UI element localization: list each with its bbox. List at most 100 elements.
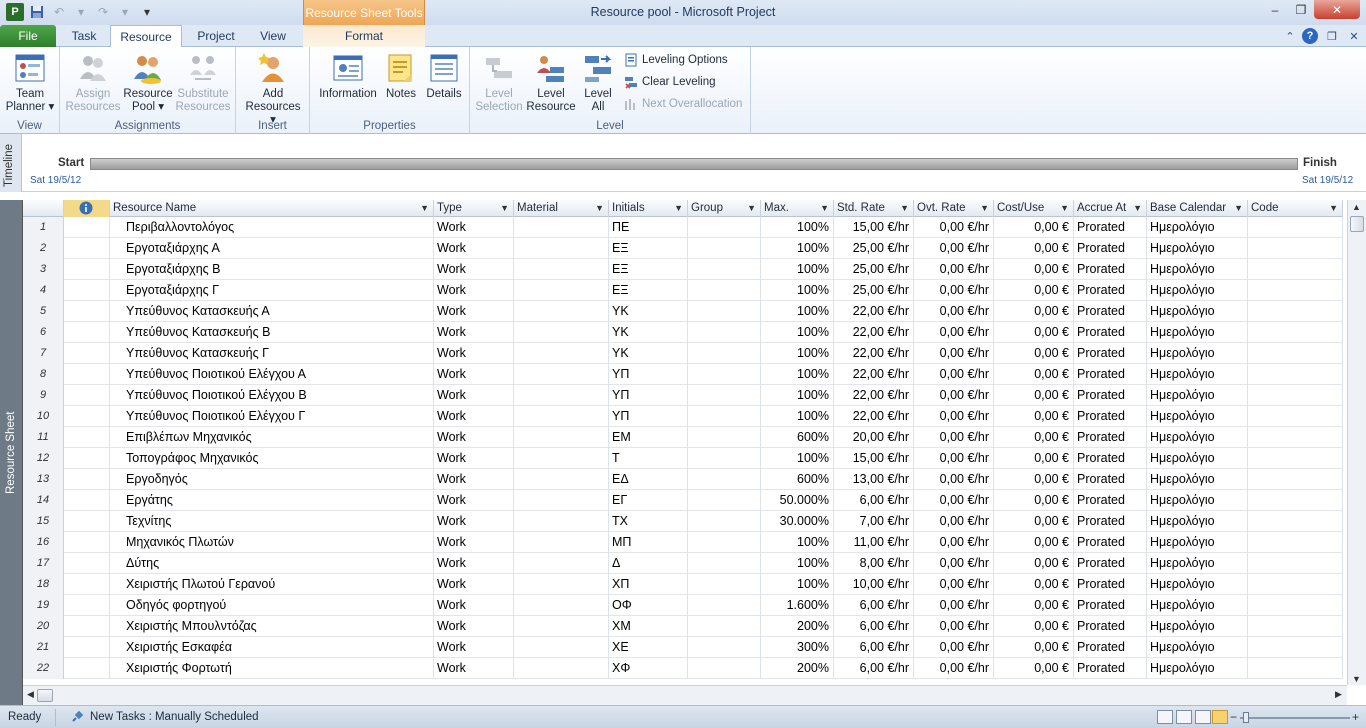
indicator-cell[interactable]: [64, 280, 110, 301]
group-cell[interactable]: [688, 406, 761, 427]
std-rate-cell[interactable]: 10,00 €/hr: [834, 574, 914, 595]
initials-cell[interactable]: ΥΠ: [609, 385, 688, 406]
initials-cell[interactable]: ΕΞ: [609, 280, 688, 301]
ovt-rate-cell[interactable]: 0,00 €/hr: [914, 301, 994, 322]
code-cell[interactable]: [1248, 637, 1343, 658]
timeline-pane[interactable]: Timeline Start Sat 19/5/12 Finish Sat 19…: [0, 134, 1366, 192]
indicator-cell[interactable]: [64, 217, 110, 238]
ovt-rate-cell[interactable]: 0,00 €/hr: [914, 574, 994, 595]
type-cell[interactable]: Work: [434, 595, 514, 616]
table-row[interactable]: 10 Υπεύθυνος Ποιοτικού Ελέγχου Γ Work ΥΠ 100…: [23, 406, 1343, 427]
base-calendar-cell[interactable]: Ημερολόγιο: [1147, 469, 1248, 490]
group-cell[interactable]: [688, 364, 761, 385]
resource-name-cell[interactable]: Χειριστής Εσκαφέα: [110, 637, 434, 658]
resource-name-cell[interactable]: Υπεύθυνος Κατασκευής Α: [110, 301, 434, 322]
max-units-cell[interactable]: 100%: [761, 280, 834, 301]
material-cell[interactable]: [514, 322, 609, 343]
std-rate-cell[interactable]: 6,00 €/hr: [834, 595, 914, 616]
std-rate-cell[interactable]: 13,00 €/hr: [834, 469, 914, 490]
resource-name-cell[interactable]: Υπεύθυνος Κατασκευής Β: [110, 322, 434, 343]
level-resource-button[interactable]: Level Resource: [526, 51, 576, 114]
zoom-slider-knob[interactable]: [1243, 712, 1249, 723]
cost-use-cell[interactable]: 0,00 €: [994, 616, 1074, 637]
initials-cell[interactable]: ΥΠ: [609, 406, 688, 427]
group-cell[interactable]: [688, 238, 761, 259]
level-selection-button[interactable]: Level Selection: [474, 51, 524, 114]
group-cell[interactable]: [688, 637, 761, 658]
resource-name-cell[interactable]: Εργοταξιάρχης Β: [110, 259, 434, 280]
indicator-cell[interactable]: [64, 448, 110, 469]
material-cell[interactable]: [514, 217, 609, 238]
row-number-cell[interactable]: 14: [23, 490, 64, 511]
filter-dropdown-icon[interactable]: ▼: [820, 200, 829, 217]
type-cell[interactable]: Work: [434, 343, 514, 364]
filter-dropdown-icon[interactable]: ▼: [747, 200, 756, 217]
code-cell[interactable]: [1248, 280, 1343, 301]
type-cell[interactable]: Work: [434, 301, 514, 322]
type-cell[interactable]: Work: [434, 259, 514, 280]
material-cell[interactable]: [514, 280, 609, 301]
material-cell[interactable]: [514, 553, 609, 574]
table-row[interactable]: 18 Χειριστής Πλωτού Γερανού Work ΧΠ 100% 10,0…: [23, 574, 1343, 595]
cost-use-cell[interactable]: 0,00 €: [994, 238, 1074, 259]
base-calendar-cell[interactable]: Ημερολόγιο: [1147, 574, 1248, 595]
row-number-cell[interactable]: 6: [23, 322, 64, 343]
code-cell[interactable]: [1248, 511, 1343, 532]
accrue-at-cell[interactable]: Prorated: [1074, 658, 1147, 679]
table-row[interactable]: 13 Εργοδηγός Work ΕΔ 600% 13,00 €/hr 0,00 €/hr…: [23, 469, 1343, 490]
material-cell[interactable]: [514, 595, 609, 616]
code-cell[interactable]: [1248, 448, 1343, 469]
resource-sheet-grid[interactable]: Resource Name ▼ Type ▼ Material ▼ Initials ▼…: [23, 200, 1347, 685]
initials-cell[interactable]: ΜΠ: [609, 532, 688, 553]
filter-dropdown-icon[interactable]: ▼: [1060, 200, 1069, 217]
std-rate-cell[interactable]: 25,00 €/hr: [834, 280, 914, 301]
code-cell[interactable]: [1248, 259, 1343, 280]
horizontal-scrollbar[interactable]: ◀ ▶: [23, 685, 1347, 705]
table-row[interactable]: 11 Επιβλέπων Μηχανικός Work ΕΜ 600% 20,00 €/h…: [23, 427, 1343, 448]
std-rate-cell[interactable]: 22,00 €/hr: [834, 343, 914, 364]
table-row[interactable]: 21 Χειριστής Εσκαφέα Work ΧΕ 300% 6,00 €/hr 0,…: [23, 637, 1343, 658]
type-cell[interactable]: Work: [434, 406, 514, 427]
initials-cell[interactable]: ΕΔ: [609, 469, 688, 490]
accrue-at-cell[interactable]: Prorated: [1074, 574, 1147, 595]
indicator-cell[interactable]: [64, 364, 110, 385]
row-number-cell[interactable]: 18: [23, 574, 64, 595]
std-rate-cell[interactable]: 11,00 €/hr: [834, 532, 914, 553]
max-units-cell[interactable]: 100%: [761, 217, 834, 238]
cost-use-cell[interactable]: 0,00 €: [994, 259, 1074, 280]
base-calendar-cell[interactable]: Ημερολόγιο: [1147, 406, 1248, 427]
material-cell[interactable]: [514, 259, 609, 280]
tab-format[interactable]: Format: [303, 25, 425, 47]
code-cell[interactable]: [1248, 427, 1343, 448]
vertical-scrollbar[interactable]: ▲ ▼: [1347, 200, 1366, 685]
indicator-cell[interactable]: [64, 511, 110, 532]
code-cell[interactable]: [1248, 469, 1343, 490]
table-row[interactable]: 22 Χειριστής Φορτωτή Work ΧΦ 200% 6,00 €/hr 0,…: [23, 658, 1343, 679]
row-number-cell[interactable]: 11: [23, 427, 64, 448]
tab-file[interactable]: File: [0, 25, 56, 47]
filter-dropdown-icon[interactable]: ▼: [500, 200, 509, 217]
row-number-cell[interactable]: 1: [23, 217, 64, 238]
base-calendar-cell[interactable]: Ημερολόγιο: [1147, 616, 1248, 637]
header-max[interactable]: Max. ▼: [761, 200, 834, 217]
accrue-at-cell[interactable]: Prorated: [1074, 280, 1147, 301]
resource-name-cell[interactable]: Τεχνίτης: [110, 511, 434, 532]
base-calendar-cell[interactable]: Ημερολόγιο: [1147, 217, 1248, 238]
ovt-rate-cell[interactable]: 0,00 €/hr: [914, 469, 994, 490]
indicator-cell[interactable]: [64, 637, 110, 658]
scroll-right-icon[interactable]: ▶: [1335, 689, 1342, 700]
filter-dropdown-icon[interactable]: ▼: [595, 200, 604, 217]
initials-cell[interactable]: ΥΠ: [609, 364, 688, 385]
accrue-at-cell[interactable]: Prorated: [1074, 616, 1147, 637]
type-cell[interactable]: Work: [434, 616, 514, 637]
base-calendar-cell[interactable]: Ημερολόγιο: [1147, 238, 1248, 259]
cost-use-cell[interactable]: 0,00 €: [994, 511, 1074, 532]
code-cell[interactable]: [1248, 385, 1343, 406]
zoom-slider[interactable]: [1240, 717, 1350, 719]
base-calendar-cell[interactable]: Ημερολόγιο: [1147, 343, 1248, 364]
indicator-cell[interactable]: [64, 385, 110, 406]
indicator-cell[interactable]: [64, 532, 110, 553]
ovt-rate-cell[interactable]: 0,00 €/hr: [914, 217, 994, 238]
row-number-cell[interactable]: 7: [23, 343, 64, 364]
tab-view[interactable]: View: [250, 25, 296, 47]
